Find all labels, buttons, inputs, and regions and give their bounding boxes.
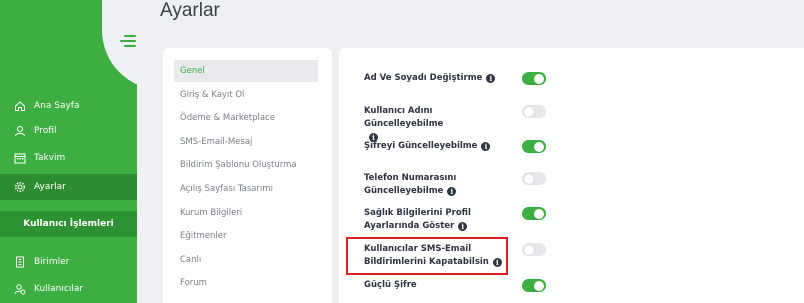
highlight-box (346, 237, 508, 275)
settings-menu-item-egitmenler[interactable]: Eğitmenler (174, 225, 318, 247)
setting-kullanici-adi: Kullanıcı Adını Güncelleyebilme i (364, 105, 514, 144)
setting-guclu-sifre: Güçlü Şifre (364, 279, 514, 292)
setting-label: Güncelleyebilme (364, 186, 444, 196)
toggle-guclu-sifre[interactable] (522, 279, 546, 292)
page-title: Ayarlar (160, 0, 220, 21)
setting-label: Kullanıcı Adını Güncelleyebilme (364, 106, 444, 129)
settings-menu-item-forum[interactable]: Forum (174, 272, 318, 294)
settings-menu-item-genel[interactable]: Genel (174, 60, 318, 82)
settings-menu-item-acilis-sayfasi[interactable]: Açılış Sayfası Tasarımı (174, 178, 318, 200)
gear-icon (14, 181, 26, 193)
toggle-kullanici-adi[interactable] (522, 105, 546, 118)
toggle-telefon[interactable] (522, 172, 546, 185)
sidebar-item-takvim[interactable]: Takvim (0, 146, 137, 170)
users-icon (14, 283, 26, 295)
sidebar-item-ana-sayfa[interactable]: Ana Sayfa (0, 94, 137, 118)
settings-menu-item-odeme[interactable]: Ödeme & Marketplace (174, 107, 318, 129)
sidebar-item-birimler[interactable]: Birimler (0, 250, 137, 274)
sidebar-item-ayarlar[interactable]: Ayarlar (0, 174, 137, 200)
info-icon[interactable]: i (447, 187, 457, 196)
toggle-ad-soyad[interactable] (522, 72, 546, 85)
sidebar-item-kullanicilar[interactable]: Kullanıcılar (0, 277, 137, 301)
sidebar: Ana Sayfa Profil Takvim Ayarlar Kullanıc… (0, 0, 137, 303)
sidebar-item-label: Profil (34, 126, 57, 136)
info-icon[interactable]: i (486, 74, 496, 83)
sidebar-item-label: Takvim (34, 153, 66, 163)
sidebar-section-header: Kullanıcı İşlemleri (0, 211, 137, 237)
setting-label: Ad Ve Soyadı Değiştirme (364, 73, 483, 83)
setting-saglik-bilgileri: Sağlık Bilgilerini Profil Ayarlarında Gös… (364, 207, 514, 233)
toggle-saglik-bilgileri[interactable] (522, 207, 546, 220)
settings-menu-item-canli[interactable]: Canlı (174, 249, 318, 271)
settings-menu-item-bildirim-sablonu[interactable]: Bildirim Şablonu Oluşturma (174, 154, 318, 176)
sidebar-item-label: Ana Sayfa (34, 101, 80, 111)
setting-label: Şifreyi Güncelleyebilme (364, 141, 478, 151)
setting-label: Güçlü Şifre (364, 280, 417, 290)
sidebar-item-label: Ayarlar (34, 182, 66, 192)
home-icon (14, 100, 26, 112)
setting-ad-soyad: Ad Ve Soyadı Değiştirme i (364, 72, 514, 85)
building-icon (14, 256, 26, 268)
settings-menu: Genel Giriş & Kayıt Ol Ödeme & Marketpla… (163, 48, 332, 303)
setting-label: Sağlık Bilgilerini Profil (364, 208, 471, 218)
sidebar-item-label: Birimler (34, 257, 70, 267)
sidebar-item-profil[interactable]: Profil (0, 119, 137, 143)
user-icon (14, 125, 26, 137)
setting-telefon: Telefon Numarasını Güncelleyebilme i (364, 172, 514, 198)
toggle-sms-email[interactable] (522, 243, 546, 256)
menu-toggle-icon[interactable] (118, 30, 137, 52)
settings-menu-item-giris-kayit[interactable]: Giriş & Kayıt Ol (174, 84, 318, 106)
setting-sifre: Şifreyi Güncelleyebilme i (364, 140, 514, 153)
setting-label: Telefon Numarasını (364, 173, 457, 183)
setting-label: Ayarlarında Göster (364, 221, 455, 231)
sidebar-item-label: Kullanıcılar (34, 284, 84, 294)
info-icon[interactable]: i (481, 142, 491, 151)
calendar-icon (14, 152, 26, 164)
toggle-sifre[interactable] (522, 140, 546, 153)
info-icon[interactable]: i (458, 222, 468, 231)
settings-menu-item-sms-email[interactable]: SMS-Email-Mesaj (174, 131, 318, 153)
settings-menu-item-kurum-bilgileri[interactable]: Kurum Bilgileri (174, 202, 318, 224)
